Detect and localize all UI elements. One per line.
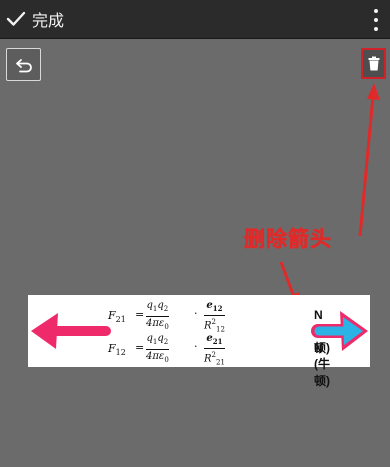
- annotation-arrowhead-up: [367, 83, 380, 100]
- annotation-arrow-to-shape: [279, 261, 296, 298]
- annotation-arrow-to-delete: [358, 95, 375, 237]
- right-arrow-shape[interactable]: [311, 311, 368, 351]
- annotation-label: 删除箭头: [244, 227, 332, 252]
- drawn-shapes: [31, 311, 368, 351]
- formula-image: F21 = q1q2 4πε0 · e12 R212 N (牛顿) F12 = …: [28, 295, 370, 388]
- left-arrow-shape[interactable]: [31, 313, 111, 349]
